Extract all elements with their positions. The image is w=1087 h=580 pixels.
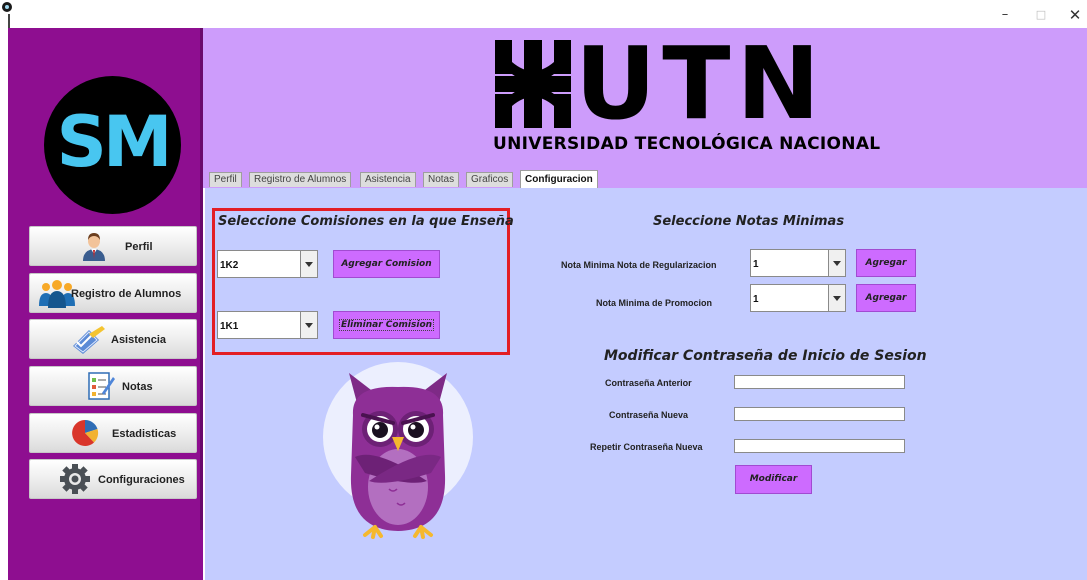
remove-commission-button[interactable]: Eliminar Comision	[333, 311, 440, 339]
utn-emblem-icon	[495, 40, 571, 128]
sidebar-item-label: Registro de Alumnos	[71, 288, 182, 300]
sidebar-item-label: Notas	[122, 381, 153, 393]
repeat-password-field[interactable]	[734, 439, 905, 453]
sidebar-item-label: Configuraciones	[98, 474, 185, 486]
sidebar: SM Perfil Registro de Alumnos Asistencia…	[8, 28, 203, 580]
gear-icon	[60, 464, 90, 494]
attendance-icon	[73, 326, 105, 354]
notes-icon	[88, 372, 115, 400]
regularization-label: Nota Minima Nota de Regularizacion	[561, 260, 717, 270]
add-commission-select[interactable]: 1K2	[217, 250, 318, 278]
password-title: Modificar Contraseña de Inicio de Sesion	[604, 348, 927, 364]
app-icon	[2, 2, 12, 12]
utn-logo-text: UTN	[575, 25, 827, 142]
tab-graficos[interactable]: Graficos	[466, 172, 514, 187]
logo-text: SM	[56, 101, 172, 183]
tab-notas[interactable]: Notas	[423, 172, 460, 187]
configuracion-panel: Seleccione Comisiones en la que Enseña 1…	[205, 188, 1087, 580]
remove-commission-value: 1K1	[220, 321, 239, 332]
chevron-down-icon[interactable]	[300, 251, 317, 277]
minimize-button[interactable]: –	[985, 0, 1025, 28]
header-banner: UTN UNIVERSIDAD TECNOLÓGICA NACIONAL	[203, 28, 1087, 188]
repeat-password-label: Repetir Contraseña Nueva	[590, 442, 703, 452]
user-icon	[83, 233, 105, 261]
sidebar-footer	[8, 530, 203, 580]
remove-commission-select[interactable]: 1K1	[217, 311, 318, 339]
add-promotion-button[interactable]: Agregar	[856, 284, 916, 312]
add-commission-value: 1K2	[220, 260, 239, 271]
sidebar-item-label: Estadisticas	[112, 428, 177, 440]
add-regularization-button[interactable]: Agregar	[856, 249, 916, 277]
commissions-title: Seleccione Comisiones en la que Enseña	[218, 214, 514, 229]
regularization-grade-value: 1	[753, 259, 759, 270]
remove-commission-label: Eliminar Comision	[338, 319, 435, 331]
sidebar-item-configuraciones[interactable]: Configuraciones	[29, 459, 197, 499]
sidebar-item-label: Asistencia	[111, 334, 167, 346]
tab-perfil[interactable]: Perfil	[209, 172, 242, 187]
tab-registro-alumnos[interactable]: Registro de Alumnos	[249, 172, 352, 187]
old-password-label: Contraseña Anterior	[605, 378, 692, 388]
sidebar-item-notas[interactable]: Notas	[29, 366, 197, 406]
sidebar-item-perfil[interactable]: Perfil	[29, 226, 197, 266]
chevron-down-icon[interactable]	[828, 285, 845, 311]
chevron-down-icon[interactable]	[300, 312, 317, 338]
modify-password-label: Modificar	[749, 474, 798, 484]
owl-illustration	[323, 362, 473, 539]
sidebar-item-registro[interactable]: Registro de Alumnos	[29, 273, 197, 313]
new-password-label: Contraseña Nueva	[609, 410, 689, 420]
sidebar-item-estadisticas[interactable]: Estadisticas	[29, 413, 197, 453]
app-logo: SM	[44, 76, 181, 214]
tab-asistencia[interactable]: Asistencia	[360, 172, 416, 187]
close-button[interactable]: ✕	[1055, 0, 1087, 28]
regularization-grade-select[interactable]: 1	[750, 249, 846, 277]
title-bar: – □ ✕	[0, 0, 1087, 28]
promotion-label: Nota Minima de Promocion	[596, 298, 713, 308]
old-password-field[interactable]	[734, 375, 905, 389]
tab-strip: Perfil Registro de Alumnos Asistencia No…	[203, 170, 1087, 188]
pie-chart-icon	[72, 419, 99, 446]
new-password-field[interactable]	[734, 407, 905, 421]
chevron-down-icon[interactable]	[828, 250, 845, 276]
sidebar-item-asistencia[interactable]: Asistencia	[29, 319, 197, 359]
add-promotion-label: Agregar	[865, 293, 907, 303]
min-grades-title: Seleccione Notas Minimas	[653, 214, 845, 229]
promotion-grade-select[interactable]: 1	[750, 284, 846, 312]
tab-configuracion[interactable]: Configuracion	[520, 170, 598, 188]
university-name: UNIVERSIDAD TECNOLÓGICA NACIONAL	[493, 134, 881, 154]
add-commission-button[interactable]: Agregar Comision	[333, 250, 440, 278]
add-commission-label: Agregar Comision	[341, 259, 432, 269]
sidebar-item-label: Perfil	[125, 241, 153, 253]
promotion-grade-value: 1	[753, 294, 759, 305]
app-window: – □ ✕ SM Perfil Registro de Alumnos Asis…	[0, 0, 1087, 580]
modify-password-button[interactable]: Modificar	[735, 465, 812, 494]
add-regularization-label: Agregar	[865, 258, 907, 268]
